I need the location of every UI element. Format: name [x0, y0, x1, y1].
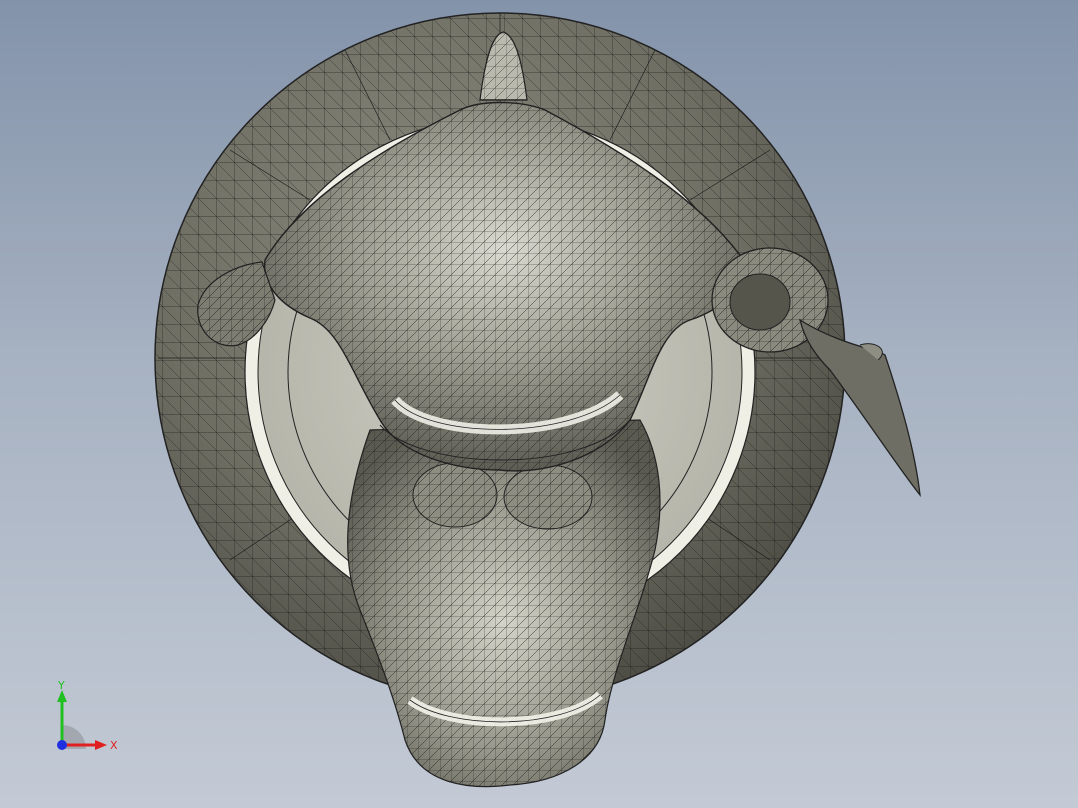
x-axis-label: X: [110, 739, 118, 752]
graphics-viewport[interactable]: Y X: [0, 0, 1078, 808]
z-axis-dot: [57, 740, 67, 750]
coordinate-triad: Y X: [57, 680, 118, 752]
mesh-model[interactable]: [0, 0, 1078, 808]
snout: [347, 419, 661, 788]
y-axis-label: Y: [57, 680, 65, 692]
